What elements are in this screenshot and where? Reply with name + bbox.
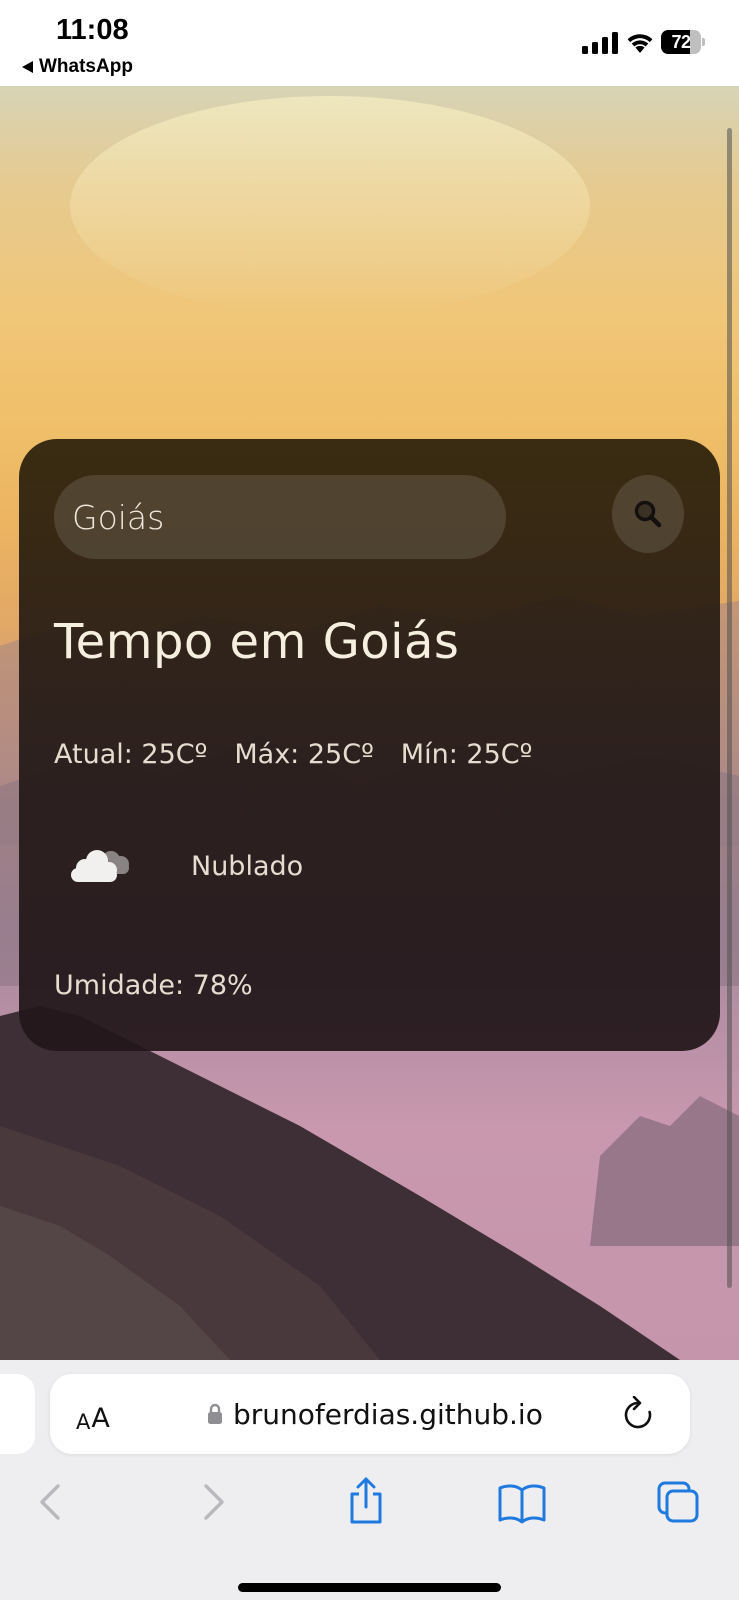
cloud-icon (71, 850, 129, 882)
reload-icon[interactable] (622, 1396, 654, 1432)
page-settings-button[interactable]: AA (76, 1394, 110, 1434)
tabs-icon[interactable] (656, 1480, 700, 1524)
status-bar: 11:08 WhatsApp 72 (0, 0, 739, 86)
url-text: brunoferdias.github.io (233, 1397, 543, 1431)
max-temp: Máx: 25Cº (234, 739, 374, 770)
search-icon (634, 500, 662, 528)
min-temp: Mín: 25Cº (400, 739, 533, 770)
back-icon[interactable] (30, 1480, 74, 1524)
condition-row: Nublado (65, 844, 303, 888)
back-triangle-icon (22, 61, 33, 73)
forward-icon[interactable] (190, 1480, 234, 1524)
humidity-value: Umidade: 78% (54, 970, 253, 1001)
wifi-icon (627, 34, 653, 53)
battery-icon: 72 (661, 30, 705, 54)
temperature-row: Atual: 25Cº Máx: 25Cº Mín: 25Cº (54, 739, 532, 770)
back-app-label: WhatsApp (39, 56, 133, 77)
home-indicator[interactable] (238, 1583, 501, 1592)
weather-title: Tempo em Goiás (54, 614, 460, 670)
safari-toolbar: AA brunoferdias.github.io (0, 1360, 739, 1600)
current-temp: Atual: 25Cº (54, 739, 208, 770)
city-search-input[interactable] (54, 475, 506, 559)
cellular-signal-icon (582, 32, 618, 54)
weather-card: Tempo em Goiás Atual: 25Cº Máx: 25Cº Mín… (19, 439, 720, 1051)
status-time: 11:08 (56, 14, 129, 46)
address-bar[interactable]: AA brunoferdias.github.io (50, 1374, 690, 1454)
lock-icon (208, 1403, 222, 1424)
condition-description: Nublado (191, 850, 304, 882)
url-display[interactable]: brunoferdias.github.io (207, 1374, 587, 1454)
previous-tab-preview[interactable] (0, 1374, 35, 1454)
page-scrollbar[interactable] (727, 128, 732, 1288)
battery-percent: 72 (671, 32, 691, 52)
search-button[interactable] (612, 475, 684, 553)
back-to-app-link[interactable]: WhatsApp (22, 56, 133, 78)
share-icon[interactable] (344, 1476, 388, 1526)
bookmarks-icon[interactable] (497, 1480, 547, 1524)
